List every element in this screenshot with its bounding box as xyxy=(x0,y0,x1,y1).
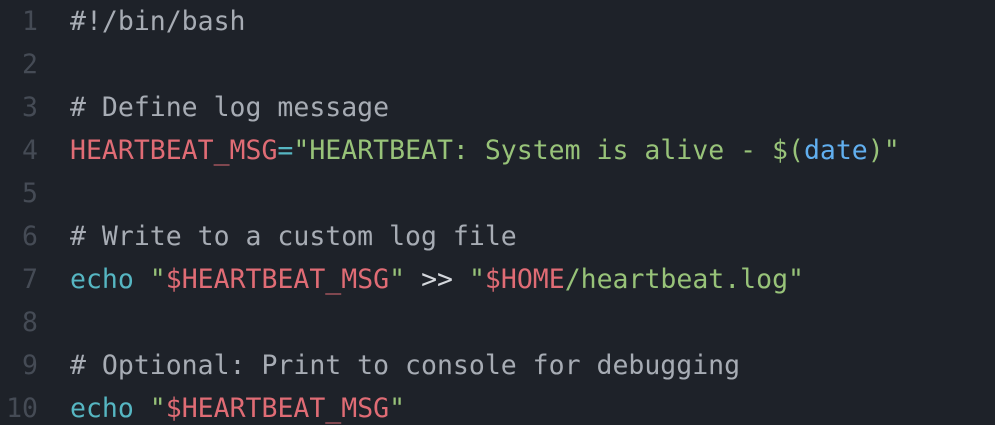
code-token: # Write to a custom log file xyxy=(70,221,517,252)
code-token: " xyxy=(468,264,485,295)
code-line[interactable]: 1 #!/bin/bash xyxy=(0,0,246,43)
code-token: # Optional: Print to console for debuggi… xyxy=(70,350,741,381)
code-token: " xyxy=(149,393,166,424)
code-content: echo "$HEARTBEAT_MSG" >> "$HOME/heartbea… xyxy=(70,258,804,301)
code-content: echo "$HEARTBEAT_MSG" xyxy=(70,387,405,425)
code-line[interactable]: 5 xyxy=(0,172,70,215)
line-number: 8 xyxy=(22,307,38,338)
line-number: 1 xyxy=(22,6,38,37)
code-token: echo xyxy=(70,393,134,424)
line-number: 10 xyxy=(6,393,38,424)
code-token: = xyxy=(277,135,294,166)
code-token: $HEARTBEAT_MSG xyxy=(165,393,390,424)
code-token: $HEARTBEAT_MSG xyxy=(165,264,390,295)
code-token: " xyxy=(149,264,166,295)
code-content: # Write to a custom log file xyxy=(70,215,517,258)
line-number: 3 xyxy=(22,92,38,123)
code-line[interactable]: 10 echo "$HEARTBEAT_MSG" xyxy=(0,387,405,425)
code-line[interactable]: 8 xyxy=(0,301,70,344)
line-number: 2 xyxy=(22,49,38,80)
code-line[interactable]: 3 # Define log message xyxy=(0,86,389,129)
line-number: 6 xyxy=(22,221,38,252)
code-token: >> xyxy=(405,264,469,295)
code-token: # Define log message xyxy=(70,92,390,123)
code-token: " xyxy=(389,264,406,295)
code-line[interactable]: 6 # Write to a custom log file xyxy=(0,215,517,258)
code-token: HEARTBEAT_MSG xyxy=(70,135,278,166)
line-number: 5 xyxy=(22,178,38,209)
code-line[interactable]: 4 HEARTBEAT_MSG="HEARTBEAT: System is ali… xyxy=(0,129,900,172)
code-token: date xyxy=(803,135,868,166)
code-content: #!/bin/bash xyxy=(70,0,246,43)
line-number: 9 xyxy=(22,350,38,381)
line-number: 4 xyxy=(22,135,38,166)
code-token: " xyxy=(389,393,406,424)
line-number: 7 xyxy=(22,264,38,295)
code-content: # Optional: Print to console for debuggi… xyxy=(70,344,740,387)
code-token: "HEARTBEAT: System is alive - $( xyxy=(293,135,804,166)
code-line[interactable]: 9 # Optional: Print to console for debugg… xyxy=(0,344,740,387)
code-token: #!/bin/bash xyxy=(70,6,246,37)
code-line[interactable]: 2 xyxy=(0,43,70,86)
code-editor[interactable]: 1 #!/bin/bash 2 3 # Define log message 4 HEART… xyxy=(0,0,995,425)
code-token: $HOME xyxy=(484,264,565,295)
code-line[interactable]: 7 echo "$HEARTBEAT_MSG" >> "$HOME/heartbe… xyxy=(0,258,804,301)
code-token: echo xyxy=(70,264,134,295)
code-token: )" xyxy=(867,135,900,166)
code-token: /heartbeat.log" xyxy=(564,264,805,295)
code-content: HEARTBEAT_MSG="HEARTBEAT: System is aliv… xyxy=(70,129,900,172)
code-content: # Define log message xyxy=(70,86,389,129)
